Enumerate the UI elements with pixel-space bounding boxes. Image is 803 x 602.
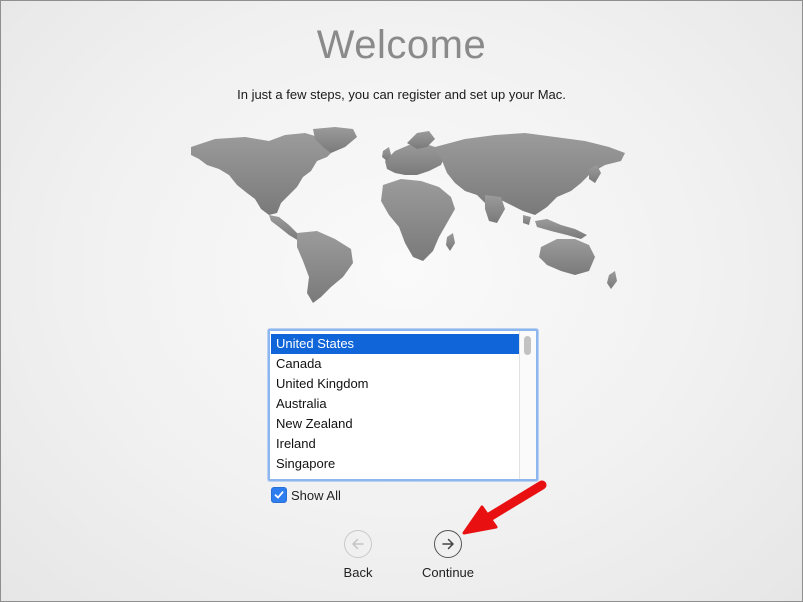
country-item-canada[interactable]: Canada — [271, 354, 521, 374]
country-item-ireland[interactable]: Ireland — [271, 434, 521, 454]
country-item-new-zealand[interactable]: New Zealand — [271, 414, 521, 434]
world-map-icon — [191, 127, 625, 303]
page-subtitle: In just a few steps, you can register an… — [237, 87, 566, 102]
checkmark-icon — [274, 491, 284, 499]
red-arrow-annotation-icon — [462, 480, 547, 535]
show-all-checkbox[interactable] — [271, 487, 287, 503]
show-all-option[interactable]: Show All — [271, 487, 341, 503]
show-all-label: Show All — [291, 487, 341, 503]
arrow-left-circle-icon — [344, 530, 372, 558]
country-item-united-states[interactable]: United States — [271, 334, 521, 354]
country-item-united-kingdom[interactable]: United Kingdom — [271, 374, 521, 394]
list-scrollbar[interactable] — [519, 331, 536, 479]
page-title: Welcome — [316, 23, 487, 67]
country-list-items: United States Canada United Kingdom Aust… — [270, 331, 536, 474]
scrollbar-thumb[interactable] — [524, 336, 531, 355]
country-list[interactable]: United States Canada United Kingdom Aust… — [268, 329, 538, 481]
country-item-singapore[interactable]: Singapore — [271, 454, 521, 474]
back-label: Back — [343, 565, 373, 580]
back-button[interactable]: Back — [318, 530, 398, 580]
continue-label: Continue — [421, 565, 475, 580]
setup-assistant-window: Welcome In just a few steps, you can reg… — [0, 0, 803, 602]
country-item-australia[interactable]: Australia — [271, 394, 521, 414]
